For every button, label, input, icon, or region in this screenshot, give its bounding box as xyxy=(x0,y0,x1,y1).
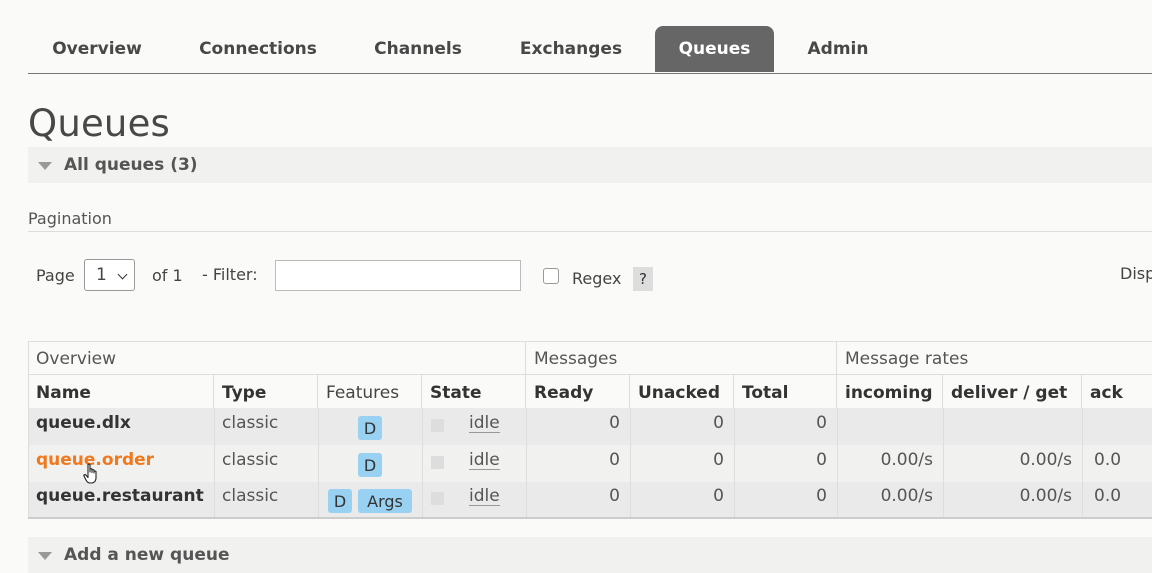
col-ack[interactable]: ack xyxy=(1082,374,1152,408)
col-incoming[interactable]: incoming xyxy=(837,374,943,408)
queue-type: classic xyxy=(222,413,279,433)
group-message-rates: Message rates xyxy=(837,341,1152,374)
deliver-rate: 0.00/s xyxy=(1019,486,1072,506)
regex-help-button[interactable]: ? xyxy=(633,267,653,291)
regex-checkbox[interactable] xyxy=(543,268,559,284)
col-name[interactable]: Name xyxy=(28,374,214,408)
page-count-label: of 1 xyxy=(152,266,183,285)
add-queue-toggle[interactable]: Add a new queue xyxy=(28,537,1152,573)
state-text: idle xyxy=(469,450,500,470)
total-count: 0 xyxy=(816,413,827,433)
col-type[interactable]: Type xyxy=(214,374,318,408)
tab-exchanges[interactable]: Exchanges xyxy=(510,26,632,72)
durable-badge: D xyxy=(358,416,382,440)
tab-overview[interactable]: Overview xyxy=(38,26,156,72)
ack-rate: 0.0 xyxy=(1094,486,1122,506)
col-unacked[interactable]: Unacked xyxy=(630,374,734,408)
state-text: idle xyxy=(469,486,500,506)
args-badge: Args xyxy=(358,489,412,513)
queue-name-link[interactable]: queue.restaurant xyxy=(28,486,204,506)
queue-type: classic xyxy=(222,450,279,470)
ready-count: 0 xyxy=(609,450,620,470)
page-select[interactable]: 1 xyxy=(84,259,135,291)
all-queues-toggle[interactable]: All queues (3) xyxy=(28,147,1152,183)
group-overview: Overview xyxy=(28,341,526,374)
add-queue-label: Add a new queue xyxy=(64,545,230,565)
col-deliver-get[interactable]: deliver / get xyxy=(943,374,1082,408)
queue-name-link[interactable]: queue.dlx xyxy=(28,413,131,433)
col-ready[interactable]: Ready xyxy=(526,374,630,408)
tab-admin[interactable]: Admin xyxy=(800,26,876,72)
unacked-count: 0 xyxy=(713,450,724,470)
queues-table: Overview Messages Message rates Name Typ… xyxy=(28,341,1152,518)
chevron-down-icon xyxy=(117,269,128,280)
group-messages: Messages xyxy=(526,341,837,374)
durable-badge: D xyxy=(358,453,382,477)
page-select-value: 1 xyxy=(96,265,107,285)
state-indicator xyxy=(431,456,444,469)
filter-input[interactable] xyxy=(275,260,521,291)
unacked-count: 0 xyxy=(713,413,724,433)
ready-count: 0 xyxy=(609,413,620,433)
incoming-rate: 0.00/s xyxy=(880,486,933,506)
page-title: Queues xyxy=(28,102,171,145)
display-label: Disp xyxy=(1120,264,1152,283)
col-state[interactable]: State xyxy=(422,374,526,408)
all-queues-label: All queues (3) xyxy=(64,155,198,175)
tab-connections[interactable]: Connections xyxy=(188,26,328,72)
durable-badge: D xyxy=(328,489,352,513)
total-count: 0 xyxy=(816,450,827,470)
total-count: 0 xyxy=(816,486,827,506)
state-indicator xyxy=(431,419,444,432)
pagination-divider xyxy=(28,231,1152,232)
main-nav: Overview Connections Channels Exchanges … xyxy=(28,26,1152,74)
state-indicator xyxy=(431,492,444,505)
table-bottom-border xyxy=(28,517,1152,519)
hand-cursor-icon xyxy=(83,463,97,484)
page-label: Page xyxy=(36,266,75,285)
deliver-rate: 0.00/s xyxy=(1019,450,1072,470)
ack-rate: 0.0 xyxy=(1094,450,1122,470)
table-left-border xyxy=(28,341,29,518)
collapse-triangle-icon xyxy=(38,552,52,560)
pagination-heading: Pagination xyxy=(28,209,112,228)
tab-channels[interactable]: Channels xyxy=(362,26,474,72)
queue-type: classic xyxy=(222,486,279,506)
tab-queues[interactable]: Queues xyxy=(655,26,774,72)
col-total[interactable]: Total xyxy=(734,374,837,408)
collapse-triangle-icon xyxy=(38,162,52,170)
incoming-rate: 0.00/s xyxy=(880,450,933,470)
filter-label: - Filter: xyxy=(202,265,258,284)
unacked-count: 0 xyxy=(713,486,724,506)
regex-label: Regex xyxy=(572,269,622,288)
col-features: Features xyxy=(318,374,422,408)
ready-count: 0 xyxy=(609,486,620,506)
state-text: idle xyxy=(469,413,500,433)
